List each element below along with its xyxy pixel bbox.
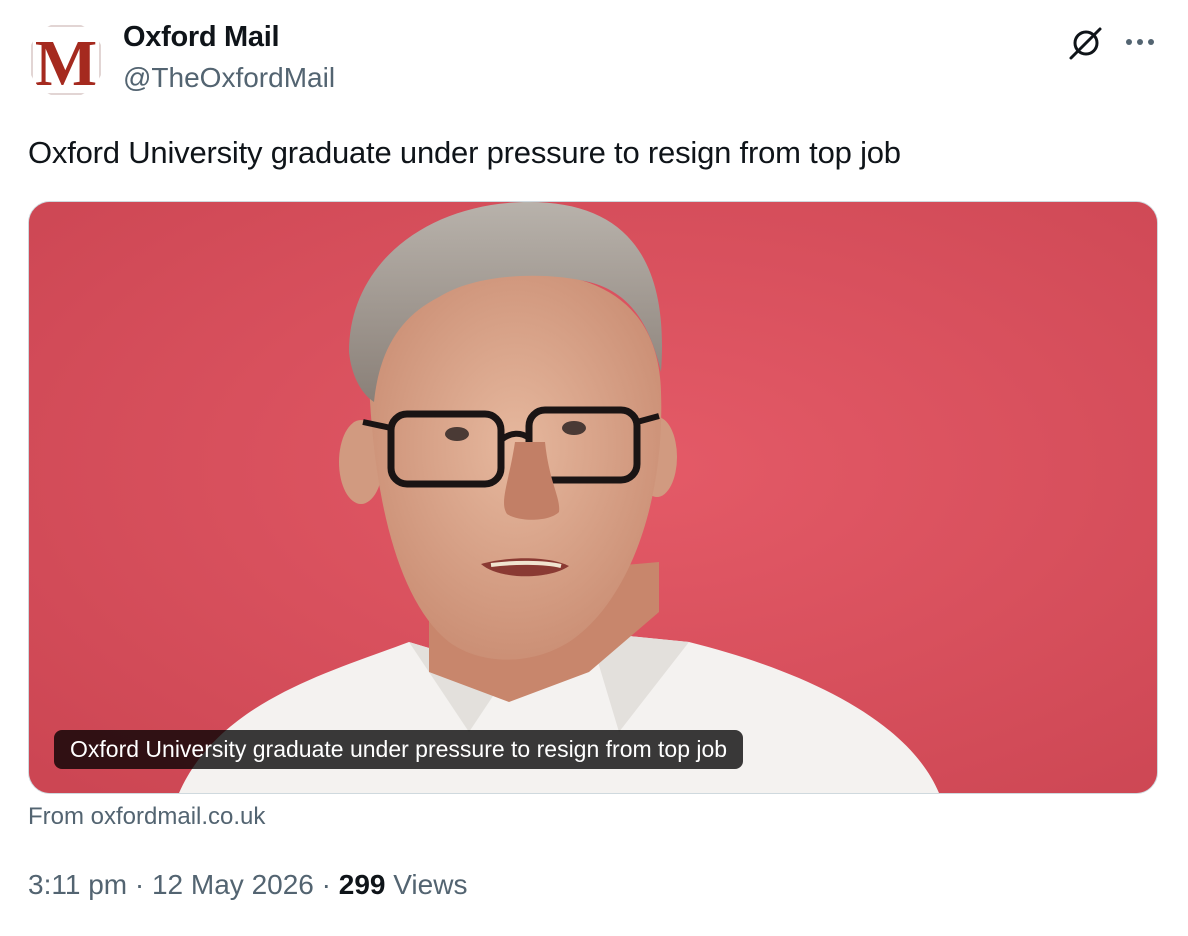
user-handle[interactable]: @TheOxfordMail	[123, 62, 335, 94]
card-title: Oxford University graduate under pressur…	[54, 730, 744, 769]
tweet-text: Oxford University graduate under pressur…	[28, 135, 901, 170]
tweet-time[interactable]: 3:11 pm	[28, 869, 127, 900]
more-options-icon[interactable]	[1120, 22, 1160, 62]
display-name[interactable]: Oxford Mail	[123, 21, 280, 54]
meta-separator: ·	[134, 869, 145, 900]
avatar[interactable]: M	[28, 22, 104, 98]
logo-letter: M	[35, 27, 97, 98]
grok-icon[interactable]	[1066, 22, 1106, 62]
tweet-meta: 3:11 pm · 12 May 2026 · 299 Views	[28, 869, 467, 901]
card-source[interactable]: From oxfordmail.co.uk	[28, 803, 265, 831]
views-label: Views	[393, 869, 468, 900]
tweet-date[interactable]: 12 May 2026	[152, 869, 314, 900]
article-photo	[29, 202, 1157, 793]
views-count: 299	[338, 869, 386, 900]
oxford-mail-logo: M	[28, 22, 104, 98]
meta-separator: ·	[321, 869, 331, 900]
link-card[interactable]: Oxford University graduate under pressur…	[28, 201, 1158, 794]
